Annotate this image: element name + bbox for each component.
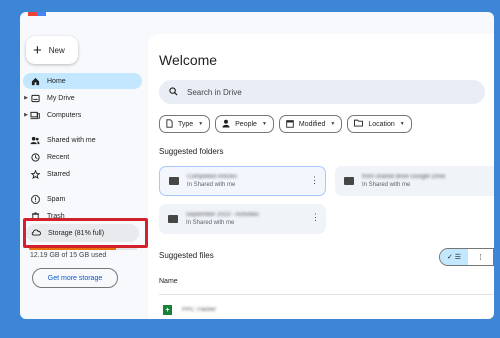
sidebar-item-my-drive[interactable]: ▶ My Drive (23, 90, 142, 106)
suggested-files-title: Suggested files (159, 251, 214, 260)
my-drive-icon (29, 94, 41, 103)
new-button-label: New (48, 45, 65, 55)
folder-card[interactable]: Completed Articles In Shared with me ⋮ (159, 166, 326, 196)
sidebar-item-label: Spam (47, 195, 66, 203)
drive-window: + New Home ▶ My Drive ▶ Computers Shared… (20, 12, 494, 319)
search-input[interactable]: Search in Drive (187, 88, 242, 97)
file-row[interactable]: + PPC Tracker (159, 302, 494, 318)
folder-card[interactable]: September 2023 - Activities In Shared wi… (159, 204, 326, 234)
shared-folder-icon (169, 177, 179, 185)
file-name: PPC Tracker (182, 307, 217, 313)
star-icon (29, 169, 41, 179)
sidebar: + New Home ▶ My Drive ▶ Computers Shared… (20, 12, 148, 319)
more-options-icon[interactable]: ⋮ (310, 176, 319, 185)
sidebar-item-home[interactable]: Home (23, 73, 142, 89)
search-bar[interactable]: Search in Drive (159, 80, 485, 104)
folder-card[interactable]: from shared drive Google Drive In Shared… (335, 166, 494, 196)
chevron-down-icon: ▼ (399, 121, 405, 127)
chevron-down-icon: ▼ (261, 121, 267, 127)
chevron-down-icon: ▼ (198, 121, 204, 127)
shared-folder-icon (168, 215, 178, 223)
folder-icon (354, 119, 364, 129)
sidebar-item-starred[interactable]: Starred (23, 166, 142, 182)
filter-people-chip[interactable]: People ▼ (215, 115, 274, 133)
main-content: Welcome Search in Drive Type ▼ People ▼ (148, 34, 494, 319)
sidebar-item-label: Recent (47, 153, 70, 161)
search-icon (169, 86, 178, 98)
spam-icon (29, 194, 41, 204)
storage-highlight-box (23, 218, 148, 248)
folder-location: In Shared with me (187, 182, 236, 188)
filter-modified-chip[interactable]: Modified ▼ (278, 115, 343, 133)
grid-view-button[interactable]: ⁞ (468, 249, 493, 265)
view-toggle: ✓ ☰ ⁞ (439, 248, 494, 266)
chevron-down-icon: ▼ (330, 121, 336, 127)
new-button[interactable]: + New (26, 36, 78, 64)
file-icon (166, 118, 173, 130)
more-options-icon[interactable]: ⋮ (311, 213, 320, 222)
filter-location-chip[interactable]: Location ▼ (347, 115, 412, 133)
filter-chips: Type ▼ People ▼ Modified ▼ Location ▼ (159, 115, 412, 133)
storage-usage-text: 12.19 GB of 15 GB used (30, 252, 107, 259)
suggested-folders-title: Suggested folders (159, 147, 224, 156)
folder-location: In Shared with me (186, 220, 235, 226)
shared-icon (29, 136, 41, 145)
get-more-storage-button[interactable]: Get more storage (32, 268, 118, 288)
clock-icon (29, 152, 41, 162)
page-title: Welcome (159, 52, 218, 68)
sidebar-item-label: Computers (47, 111, 82, 119)
chip-label: Type (178, 120, 194, 128)
shared-folder-icon (344, 177, 354, 185)
sidebar-item-spam[interactable]: Spam (23, 191, 142, 207)
sidebar-item-label: Starred (47, 170, 70, 178)
sidebar-item-label: My Drive (47, 94, 75, 102)
folder-name: Completed Articles (187, 174, 238, 180)
computers-icon (29, 111, 41, 120)
sidebar-item-recent[interactable]: Recent (23, 149, 142, 165)
sidebar-item-label: Home (47, 77, 66, 85)
divider (159, 294, 494, 295)
folder-name: September 2023 - Activities (186, 212, 260, 218)
plus-icon: + (33, 41, 42, 59)
folder-location: In Shared with me (362, 182, 411, 188)
calendar-icon (286, 119, 294, 130)
person-icon (222, 119, 230, 130)
home-icon (29, 77, 41, 86)
filter-type-chip[interactable]: Type ▼ (159, 115, 211, 133)
sidebar-item-computers[interactable]: ▶ Computers (23, 107, 142, 123)
list-view-button[interactable]: ✓ ☰ (440, 249, 468, 265)
folder-name: from shared drive Google Drive (362, 174, 446, 180)
chip-label: People (235, 120, 257, 128)
name-column-header[interactable]: Name (159, 278, 178, 285)
chip-label: Location (368, 120, 395, 128)
sidebar-item-label: Shared with me (47, 136, 96, 144)
sheets-icon: + (163, 305, 172, 315)
sidebar-item-shared[interactable]: Shared with me (23, 132, 142, 148)
chip-label: Modified (298, 120, 326, 128)
